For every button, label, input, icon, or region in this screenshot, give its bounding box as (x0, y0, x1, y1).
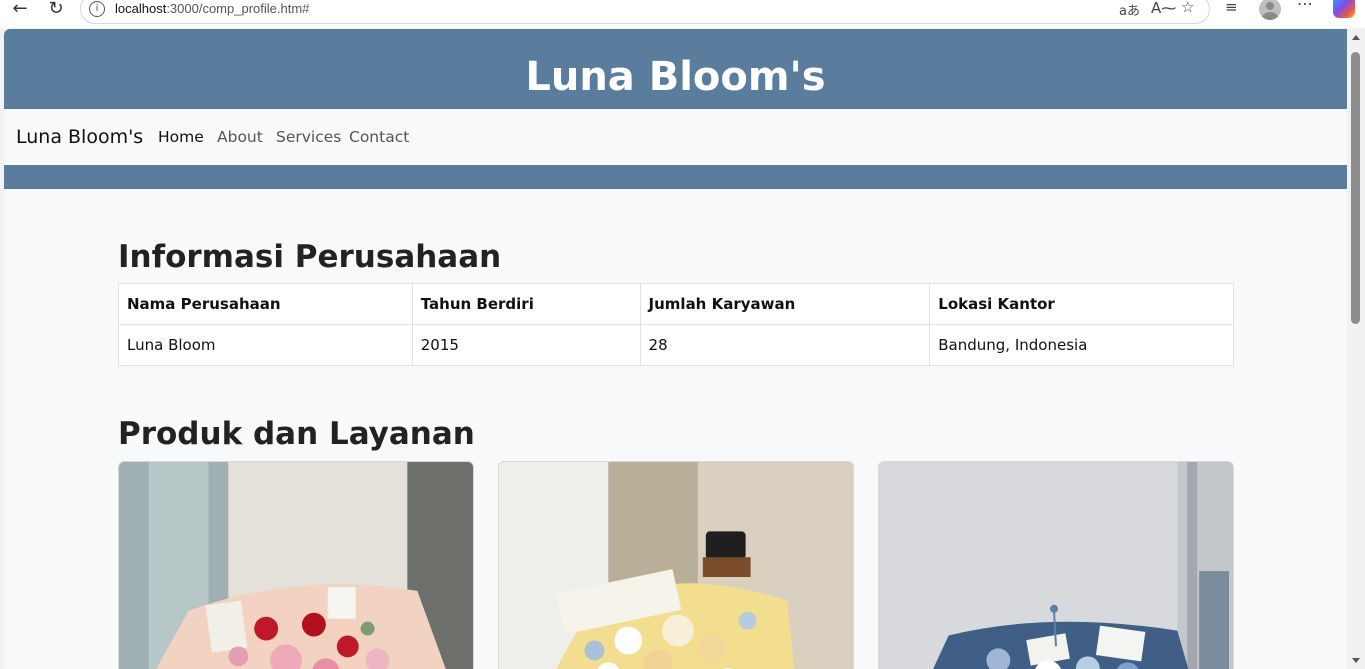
url-text: localhost:3000/comp_profile.htm# (115, 1, 310, 16)
translate-icon[interactable]: aあ (1119, 0, 1140, 19)
read-aloud-icon[interactable]: A⁓ (1151, 0, 1176, 17)
navbar: Luna Bloom's Home About Services Contact (4, 109, 1347, 165)
reload-icon[interactable]: ↻ (44, 0, 68, 20)
scroll-up-icon[interactable] (1352, 35, 1360, 40)
product-card[interactable] (118, 461, 474, 669)
bouquet-photo-white (499, 462, 853, 669)
favorite-star-icon[interactable]: ☆ (1181, 0, 1194, 16)
cell-employee-count: 28 (639, 324, 931, 366)
scroll-down-icon[interactable] (1352, 658, 1360, 663)
table-row: Luna Bloom 2015 28 Bandung, Indonesia (118, 324, 1234, 366)
nav-link-about[interactable]: About (217, 128, 263, 146)
header-company-name: Nama Perusahaan (118, 283, 413, 325)
bouquet-photo-blue (879, 462, 1233, 669)
header-office-location: Lokasi Kantor (929, 283, 1234, 325)
cell-company-name: Luna Bloom (118, 324, 413, 366)
site-title: Luna Bloom's (525, 54, 826, 100)
products-title: Produk dan Layanan (118, 416, 475, 452)
header-year-founded: Tahun Berdiri (411, 283, 641, 325)
product-card[interactable] (878, 461, 1234, 669)
nav-link-services[interactable]: Services (276, 128, 341, 146)
nav-link-home[interactable]: Home (158, 128, 204, 146)
more-menu-icon[interactable]: ⋯ (1297, 0, 1313, 13)
page-viewport: Luna Bloom's Luna Bloom's Home About Ser… (4, 29, 1347, 669)
accent-band (4, 165, 1347, 189)
product-card[interactable] (498, 461, 854, 669)
cell-year-founded: 2015 (411, 324, 641, 366)
browser-toolbar: ← ↻ i localhost:3000/comp_profile.htm# a… (0, 0, 1365, 28)
navbar-brand[interactable]: Luna Bloom's (16, 126, 143, 148)
profile-avatar-icon[interactable] (1259, 0, 1281, 20)
copilot-icon[interactable] (1333, 0, 1355, 18)
hero-header: Luna Bloom's (4, 29, 1347, 109)
table-header-row: Nama Perusahaan Tahun Berdiri Jumlah Kar… (118, 283, 1234, 325)
site-info-icon[interactable]: i (89, 1, 105, 17)
page-scrollbar[interactable] (1348, 29, 1365, 669)
company-info-table: Nama Perusahaan Tahun Berdiri Jumlah Kar… (118, 283, 1234, 366)
scrollbar-thumb[interactable] (1351, 52, 1360, 324)
address-bar[interactable]: i localhost:3000/comp_profile.htm# aあ A⁓… (80, 0, 1210, 24)
cell-office-location: Bandung, Indonesia (929, 324, 1234, 366)
back-icon[interactable]: ← (8, 0, 32, 20)
header-employee-count: Jumlah Karyawan (639, 283, 931, 325)
company-info-title: Informasi Perusahaan (118, 239, 502, 275)
bouquet-photo-pink (119, 462, 473, 669)
favorites-list-icon[interactable]: ≡ (1225, 0, 1238, 16)
nav-link-contact[interactable]: Contact (349, 128, 409, 146)
